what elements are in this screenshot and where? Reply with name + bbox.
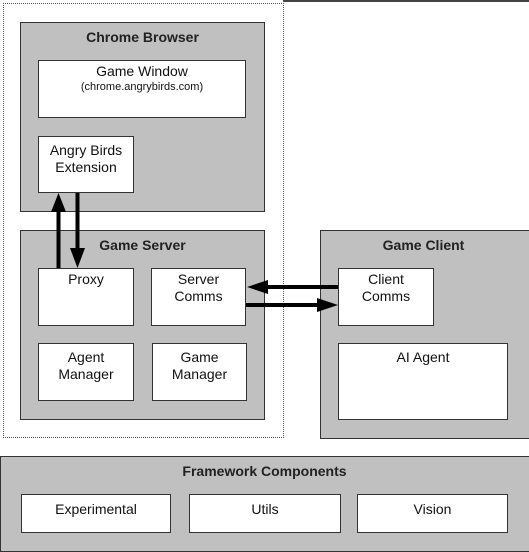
arrow-proxy-to-extension — [51, 193, 66, 268]
arrow-client-to-server-comms — [247, 280, 338, 294]
arrow-extension-to-proxy — [70, 193, 85, 268]
arrows-layer — [51, 193, 338, 312]
arrow-server-to-client-comms — [246, 298, 338, 312]
